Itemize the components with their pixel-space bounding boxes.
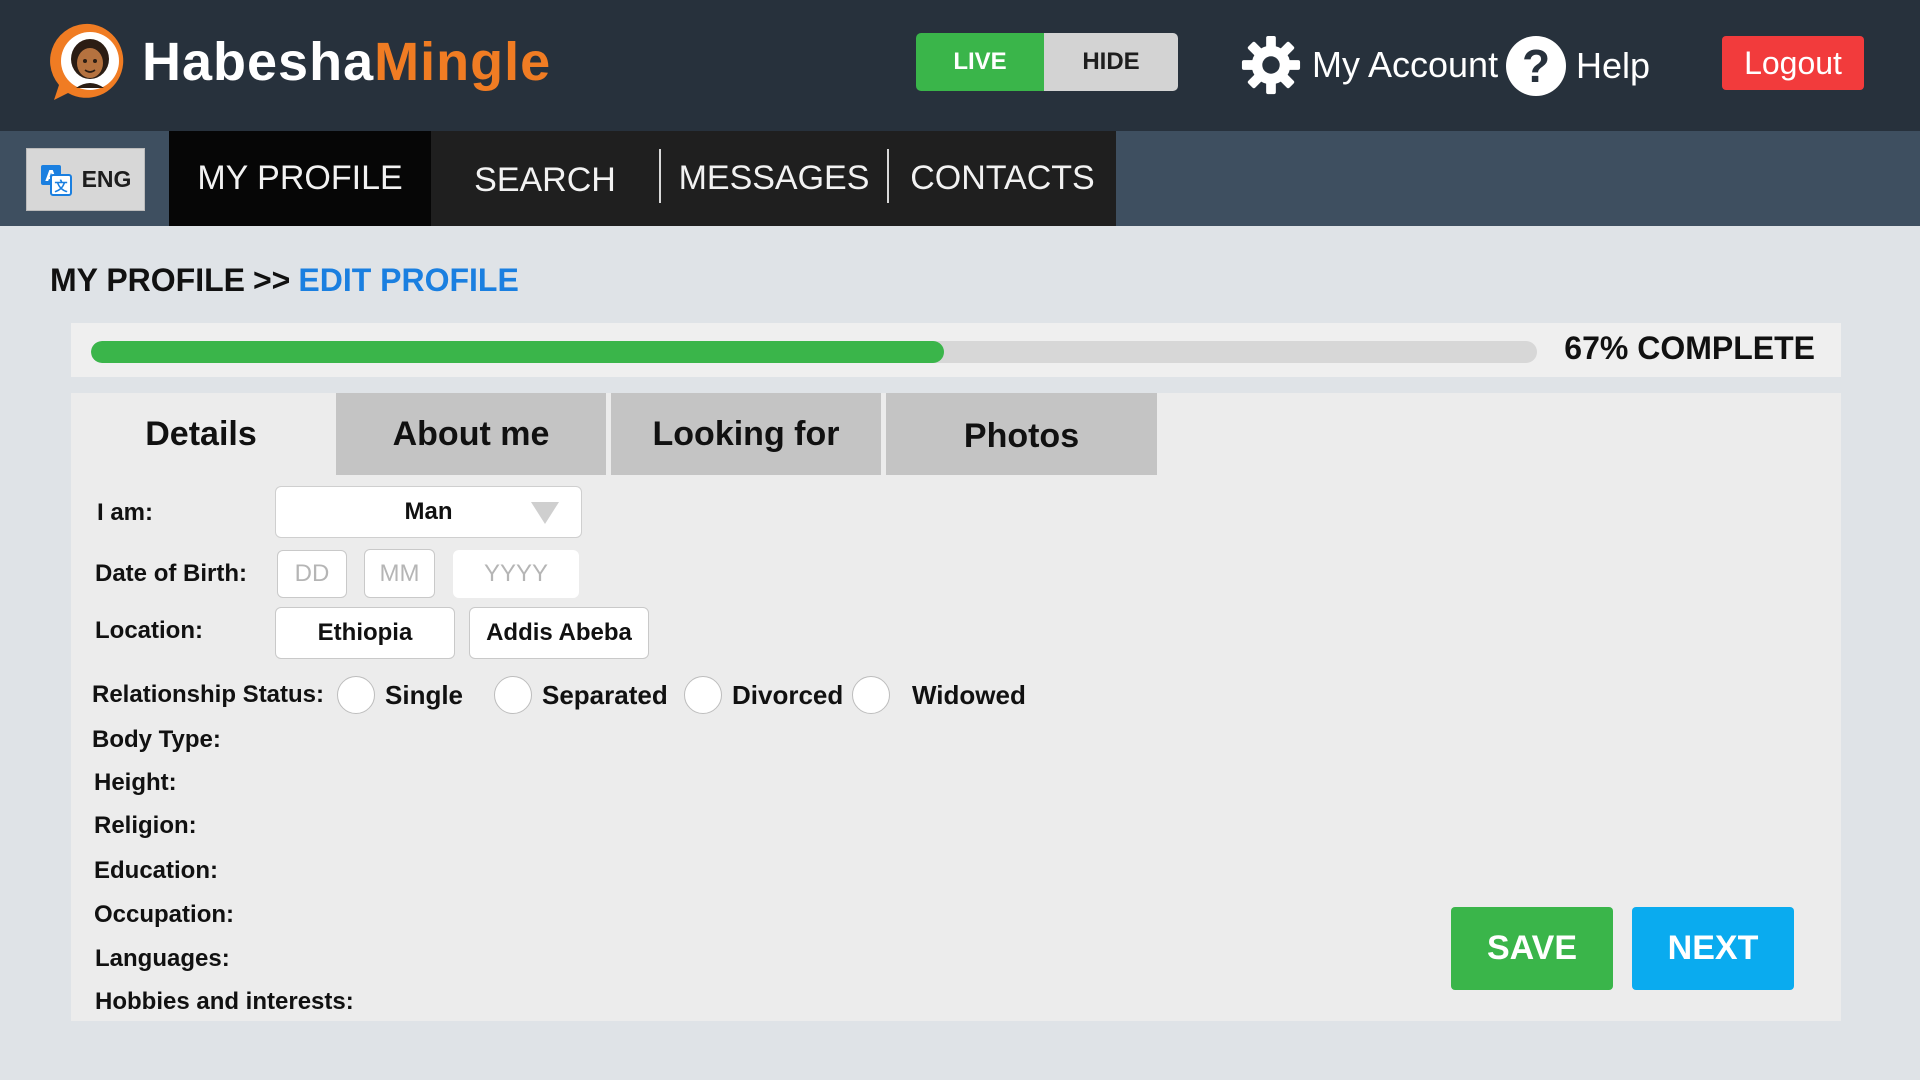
radio-button[interactable] — [852, 676, 890, 714]
progress-fill — [91, 341, 945, 363]
logo-avatar-icon — [50, 23, 124, 101]
hobbies-label: Hobbies and interests: — [95, 988, 354, 1015]
chevron-down-icon — [531, 502, 559, 524]
i-am-label: I am: — [97, 499, 154, 526]
breadcrumb-current: EDIT PROFILE — [298, 262, 519, 298]
profile-progress: 67% COMPLETE — [71, 323, 1841, 377]
occupation-label: Occupation: — [94, 901, 235, 928]
languages-label: Languages: — [95, 945, 230, 972]
gender-select-value: Man — [404, 498, 453, 525]
logo[interactable]: HabeshaMingle — [50, 22, 551, 102]
relationship-option-widowed[interactable]: Widowed — [852, 676, 1026, 714]
my-account-link[interactable]: My Account — [1240, 30, 1498, 100]
height-label: Height: — [94, 769, 177, 796]
religion-label: Religion: — [94, 812, 197, 839]
translate-icon: A 文 — [40, 164, 72, 196]
date-of-birth-label: Date of Birth: — [95, 560, 247, 587]
radio-label-separated: Separated — [542, 679, 668, 710]
next-button[interactable]: NEXT — [1632, 907, 1794, 990]
breadcrumb-separator: >> — [252, 262, 291, 298]
breadcrumb-parent[interactable]: MY PROFILE — [50, 262, 245, 298]
breadcrumb: MY PROFILE >> EDIT PROFILE — [50, 262, 519, 299]
logo-text-mingle: Mingle — [374, 32, 552, 92]
logo-text-habesha: Habesha — [142, 32, 375, 92]
visibility-toggle: LIVE HIDE — [916, 33, 1178, 91]
radio-label-widowed: Widowed — [912, 679, 1026, 710]
progress-track — [91, 341, 1537, 363]
save-button[interactable]: SAVE — [1451, 907, 1613, 990]
language-button[interactable]: A 文 ENG — [26, 148, 145, 211]
nav-tab-search[interactable]: SEARCH — [431, 131, 659, 226]
help-label: Help — [1576, 45, 1651, 86]
edit-profile-form: Details About me Looking for Photos I am… — [71, 393, 1841, 1021]
hide-button[interactable]: HIDE — [1044, 33, 1178, 91]
dob-day-input[interactable]: DD — [277, 550, 347, 598]
relationship-status-label: Relationship Status: — [92, 681, 325, 708]
logo-wordmark: HabeshaMingle — [142, 31, 551, 93]
tab-details[interactable]: Details — [71, 393, 331, 475]
progress-label: 67% COMPLETE — [1564, 330, 1815, 366]
location-label: Location: — [95, 617, 203, 644]
form-tabs: Details About me Looking for Photos — [71, 393, 1157, 475]
radio-button[interactable] — [494, 676, 532, 714]
main-navigation: A 文 ENG MY PROFILE SEARCH MESSAGES CONTA… — [0, 131, 1920, 226]
live-button[interactable]: LIVE — [916, 33, 1044, 91]
nav-tab-messages[interactable]: MESSAGES — [661, 131, 887, 226]
nav-tab-contacts[interactable]: CONTACTS — [889, 131, 1116, 226]
question-circle-icon: ? — [1506, 36, 1566, 96]
relationship-option-single[interactable]: Single — [337, 676, 463, 714]
dob-month-input[interactable]: MM — [364, 549, 435, 598]
top-header: HabeshaMingle LIVE HIDE My Account ? Hel… — [0, 0, 1920, 131]
radio-label-divorced: Divorced — [732, 679, 844, 710]
radio-label-single: Single — [385, 679, 464, 710]
svg-text:文: 文 — [54, 179, 68, 195]
education-label: Education: — [94, 857, 218, 884]
nav-tabs: MY PROFILE SEARCH MESSAGES CONTACTS — [169, 131, 1116, 226]
gear-icon — [1241, 35, 1301, 95]
location-city-input[interactable]: Addis Abeba — [469, 607, 649, 659]
relationship-option-divorced[interactable]: Divorced — [684, 676, 843, 714]
logout-button[interactable]: Logout — [1722, 36, 1864, 90]
tab-about-me[interactable]: About me — [336, 393, 606, 475]
help-link[interactable]: ? Help — [1506, 33, 1650, 99]
body-type-label: Body Type: — [92, 726, 221, 753]
radio-button[interactable] — [337, 676, 375, 714]
nav-tab-my-profile[interactable]: MY PROFILE — [169, 131, 431, 226]
my-account-label: My Account — [1312, 44, 1499, 85]
language-label: ENG — [81, 166, 132, 192]
tab-photos[interactable]: Photos — [886, 393, 1157, 475]
radio-button[interactable] — [684, 676, 722, 714]
location-country-input[interactable]: Ethiopia — [275, 607, 455, 659]
gender-select[interactable]: Man — [275, 486, 582, 538]
tab-looking-for[interactable]: Looking for — [611, 393, 881, 475]
dob-year-input[interactable]: YYYY — [453, 550, 579, 598]
relationship-option-separated[interactable]: Separated — [494, 676, 668, 714]
